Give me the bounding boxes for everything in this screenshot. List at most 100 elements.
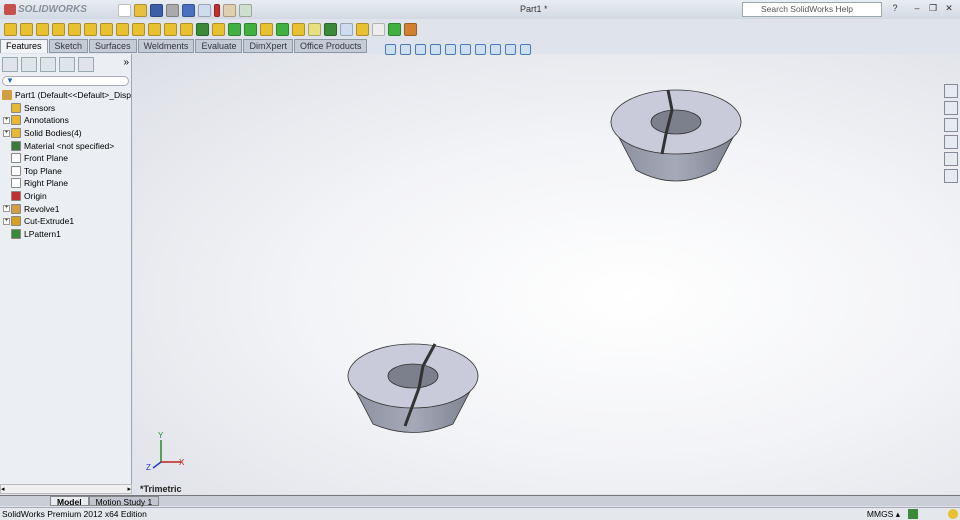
tab-scroll-buttons[interactable]: [0, 496, 50, 506]
zoom-to-fit-icon[interactable]: [385, 44, 396, 55]
rebuild-icon[interactable]: [214, 3, 220, 17]
tree-item[interactable]: + Annotations: [0, 114, 131, 127]
help-icon[interactable]: ?: [888, 3, 902, 15]
tree-item[interactable]: Material <not specified>: [0, 139, 131, 152]
move-face-icon[interactable]: [404, 22, 417, 36]
tree-item-label: Right Plane: [24, 178, 68, 189]
zoom-to-area-icon[interactable]: [400, 44, 411, 55]
wrap-icon[interactable]: [260, 22, 273, 36]
tab-weldments[interactable]: Weldments: [137, 39, 195, 53]
tab-model[interactable]: Model: [50, 496, 89, 507]
custom-properties-icon[interactable]: [944, 169, 958, 183]
close-button[interactable]: ✕: [942, 3, 956, 15]
display-manager-tab-icon[interactable]: [78, 57, 94, 72]
tree-root-part[interactable]: Part1 (Default<<Default>_Disp: [0, 89, 131, 102]
section-view-icon[interactable]: [430, 44, 441, 55]
view-palette-icon[interactable]: [944, 135, 958, 149]
lofted-cut-icon[interactable]: [148, 22, 161, 36]
reference-geometry-icon[interactable]: [308, 22, 321, 36]
fillet-icon[interactable]: [180, 22, 193, 36]
view-orientation-icon[interactable]: [445, 44, 456, 55]
graphics-area[interactable]: Y X Z: [133, 54, 960, 494]
tree-filter-input[interactable]: ▼: [2, 76, 129, 86]
draft-icon[interactable]: [228, 22, 241, 36]
feature-manager-tab-icon[interactable]: [2, 57, 18, 72]
sketch-icon[interactable]: [356, 22, 369, 36]
help-search-input[interactable]: Search SolidWorks Help: [742, 2, 882, 17]
tree-item[interactable]: Sensors: [0, 102, 131, 115]
curves-icon[interactable]: [324, 22, 337, 36]
linear-pattern-icon[interactable]: [196, 22, 209, 36]
units-selector[interactable]: MMGS ▴: [867, 508, 900, 520]
edit-appearance-icon[interactable]: [490, 44, 501, 55]
expand-toggle-icon[interactable]: +: [3, 205, 10, 213]
swept-cut-icon[interactable]: [132, 22, 145, 36]
revolved-cut-icon[interactable]: [116, 22, 129, 36]
shell-icon[interactable]: [244, 22, 257, 36]
tree-item[interactable]: Front Plane: [0, 152, 131, 165]
tab-motion-study-1[interactable]: Motion Study 1: [88, 496, 160, 507]
rib-icon[interactable]: [212, 22, 225, 36]
select-icon[interactable]: [198, 3, 211, 17]
revolved-boss-icon[interactable]: [20, 22, 33, 36]
save-icon[interactable]: [150, 3, 163, 17]
plane-icon[interactable]: [372, 22, 385, 36]
expand-toggle-icon[interactable]: +: [3, 116, 10, 124]
dome-icon[interactable]: [276, 22, 289, 36]
instant3d-icon[interactable]: [340, 22, 353, 36]
dimxpert-manager-tab-icon[interactable]: [59, 57, 75, 72]
configuration-manager-tab-icon[interactable]: [40, 57, 56, 72]
solidworks-logo[interactable]: SOLIDWORKS: [2, 2, 94, 17]
mirror-icon[interactable]: [292, 22, 305, 36]
expand-toggle-icon[interactable]: +: [3, 217, 10, 225]
tab-sketch[interactable]: Sketch: [48, 39, 89, 53]
tab-dimxpert[interactable]: DimXpert: [243, 39, 293, 53]
extruded-cut-icon[interactable]: [84, 22, 97, 36]
previous-view-icon[interactable]: [415, 44, 426, 55]
extruded-boss-icon[interactable]: [4, 22, 17, 36]
tree-item[interactable]: Right Plane: [0, 177, 131, 190]
tab-features[interactable]: Features: [0, 39, 48, 53]
print-icon[interactable]: [166, 3, 179, 17]
tree-item[interactable]: + Solid Bodies(4): [0, 127, 131, 140]
tree-item[interactable]: Top Plane: [0, 165, 131, 178]
surface-icon[interactable]: [388, 22, 401, 36]
property-manager-tab-icon[interactable]: [21, 57, 37, 72]
help-status-icon[interactable]: [908, 509, 918, 519]
appearances-icon[interactable]: [944, 152, 958, 166]
file-explorer-icon[interactable]: [944, 118, 958, 132]
options-icon[interactable]: [239, 3, 252, 17]
split-ring-body-bottom: [347, 343, 479, 433]
lofted-boss-icon[interactable]: [52, 22, 65, 36]
task-pane-tabs: [944, 84, 958, 183]
resources-icon[interactable]: [944, 84, 958, 98]
expand-chevron-icon[interactable]: »: [123, 57, 129, 71]
view-settings-icon[interactable]: [520, 44, 531, 55]
tab-surfaces[interactable]: Surfaces: [89, 39, 137, 53]
file-properties-icon[interactable]: [223, 3, 236, 17]
boundary-boss-icon[interactable]: [68, 22, 81, 36]
rebuild-status-icon[interactable]: [948, 509, 958, 519]
open-icon[interactable]: [134, 3, 147, 17]
tab-evaluate[interactable]: Evaluate: [195, 39, 243, 53]
minimize-button[interactable]: –: [910, 3, 924, 15]
expand-toggle-icon[interactable]: +: [3, 129, 10, 137]
restore-button[interactable]: ❐: [926, 3, 940, 15]
hide-show-items-icon[interactable]: [475, 44, 486, 55]
design-library-icon[interactable]: [944, 101, 958, 115]
tree-item[interactable]: LPattern1: [0, 228, 131, 241]
apply-scene-icon[interactable]: [505, 44, 516, 55]
undo-icon[interactable]: [182, 3, 195, 17]
bottom-tabs: Model Motion Study 1: [0, 495, 960, 507]
tab-office-products[interactable]: Office Products: [293, 39, 368, 53]
boundary-cut-icon[interactable]: [164, 22, 177, 36]
axis-x-label: X: [179, 458, 185, 467]
tree-item[interactable]: Origin: [0, 190, 131, 203]
hole-wizard-icon[interactable]: [100, 22, 113, 36]
display-style-icon[interactable]: [460, 44, 471, 55]
tree-item[interactable]: + Cut-Extrude1: [0, 215, 131, 228]
swept-boss-icon[interactable]: [36, 22, 49, 36]
new-icon[interactable]: [118, 3, 131, 17]
tree-item[interactable]: + Revolve1: [0, 202, 131, 215]
tree-horizontal-scrollbar[interactable]: ◂ ▸: [0, 484, 132, 494]
